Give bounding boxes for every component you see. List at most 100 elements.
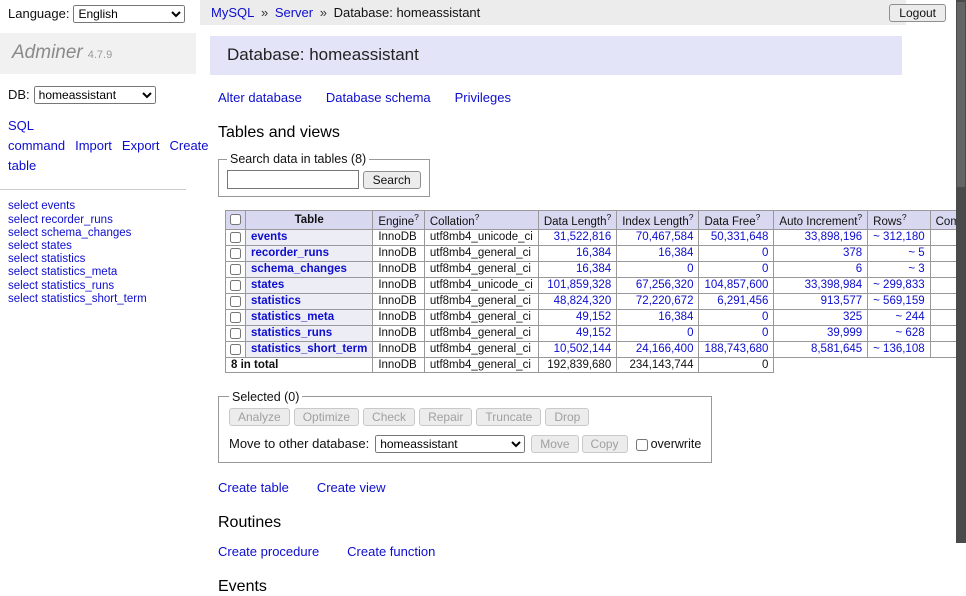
search-button[interactable]: Search bbox=[363, 171, 421, 189]
optimize-button[interactable]: Optimize bbox=[294, 408, 359, 426]
sidebar-action-import[interactable]: Import bbox=[75, 138, 112, 153]
data-free-link[interactable]: 0 bbox=[762, 247, 768, 259]
auto-increment-link[interactable]: 6 bbox=[856, 263, 862, 275]
breadcrumb-item-mysql[interactable]: MySQL bbox=[211, 5, 254, 20]
select-all-checkbox[interactable] bbox=[230, 214, 241, 225]
data-free-link[interactable]: 0 bbox=[762, 327, 768, 339]
table-link-statistics[interactable]: statistics bbox=[251, 295, 301, 307]
data-length-link[interactable]: 31,522,816 bbox=[554, 231, 612, 243]
row-checkbox[interactable] bbox=[230, 232, 241, 243]
sidebar-action-sql-command[interactable]: SQL command bbox=[8, 118, 65, 153]
rows-link[interactable]: ~ 569,159 bbox=[873, 295, 924, 307]
help-marker[interactable]: ? bbox=[857, 212, 862, 222]
copy-button[interactable]: Copy bbox=[582, 435, 628, 453]
analyze-button[interactable]: Analyze bbox=[229, 408, 290, 426]
help-marker[interactable]: ? bbox=[414, 212, 419, 222]
logout-button[interactable]: Logout bbox=[889, 4, 946, 22]
row-checkbox[interactable] bbox=[230, 248, 241, 259]
sidebar-item-recorder-runs[interactable]: select recorder_runs bbox=[8, 214, 188, 226]
sidebar-item-statistics[interactable]: select statistics bbox=[8, 253, 188, 265]
data-length-link[interactable]: 16,384 bbox=[576, 263, 611, 275]
sidebar-item-schema-changes[interactable]: select schema_changes bbox=[8, 227, 188, 239]
language-select[interactable]: English bbox=[73, 5, 185, 23]
sidebar-action-export[interactable]: Export bbox=[122, 138, 160, 153]
index-length-link[interactable]: 16,384 bbox=[658, 247, 693, 259]
index-length-link[interactable]: 16,384 bbox=[658, 311, 693, 323]
index-length-link[interactable]: 67,256,320 bbox=[636, 279, 694, 291]
help-marker[interactable]: ? bbox=[475, 212, 480, 222]
data-free-link[interactable]: 50,331,648 bbox=[711, 231, 769, 243]
help-marker[interactable]: ? bbox=[689, 212, 694, 222]
index-length-link[interactable]: 24,166,400 bbox=[636, 343, 694, 355]
index-length-link[interactable]: 0 bbox=[687, 263, 693, 275]
auto-increment-link[interactable]: 33,398,984 bbox=[805, 279, 863, 291]
row-checkbox[interactable] bbox=[230, 296, 241, 307]
index-length-link[interactable]: 0 bbox=[687, 327, 693, 339]
table-link-events[interactable]: events bbox=[251, 231, 287, 243]
sidebar-item-statistics-meta[interactable]: select statistics_meta bbox=[8, 266, 188, 278]
drop-button[interactable]: Drop bbox=[545, 408, 589, 426]
db-nav-database-schema[interactable]: Database schema bbox=[326, 90, 431, 105]
data-free-link[interactable]: 6,291,456 bbox=[717, 295, 768, 307]
create-view-link[interactable]: Create view bbox=[317, 480, 386, 495]
table-link-statistics-runs[interactable]: statistics_runs bbox=[251, 327, 332, 339]
move-button[interactable]: Move bbox=[531, 435, 578, 453]
data-length-link[interactable]: 49,152 bbox=[576, 311, 611, 323]
table-link-recorder-runs[interactable]: recorder_runs bbox=[251, 247, 329, 259]
help-marker[interactable]: ? bbox=[756, 212, 761, 222]
app-title[interactable]: Adminer bbox=[12, 42, 83, 63]
auto-increment-link[interactable]: 913,577 bbox=[821, 295, 863, 307]
table-link-states[interactable]: states bbox=[251, 279, 284, 291]
repair-button[interactable]: Repair bbox=[419, 408, 472, 426]
auto-increment-link[interactable]: 33,898,196 bbox=[805, 231, 863, 243]
help-marker[interactable]: ? bbox=[606, 212, 611, 222]
create-table-link[interactable]: Create table bbox=[218, 480, 289, 495]
table-link-statistics-short-term[interactable]: statistics_short_term bbox=[251, 343, 367, 355]
index-length-link[interactable]: 70,467,584 bbox=[636, 231, 694, 243]
rows-link[interactable]: ~ 3 bbox=[908, 263, 924, 275]
data-free-link[interactable]: 188,743,680 bbox=[704, 343, 768, 355]
overwrite-checkbox[interactable] bbox=[636, 439, 648, 451]
data-length-link[interactable]: 101,859,328 bbox=[547, 279, 611, 291]
data-free-link[interactable]: 0 bbox=[762, 311, 768, 323]
data-length-link[interactable]: 16,384 bbox=[576, 247, 611, 259]
auto-increment-link[interactable]: 378 bbox=[843, 247, 862, 259]
scrollbar[interactable] bbox=[956, 0, 966, 543]
scrollbar-thumb[interactable] bbox=[957, 2, 965, 187]
data-free-link[interactable]: 0 bbox=[762, 263, 768, 275]
row-checkbox[interactable] bbox=[230, 344, 241, 355]
row-checkbox[interactable] bbox=[230, 312, 241, 323]
row-checkbox[interactable] bbox=[230, 280, 241, 291]
db-nav-privileges[interactable]: Privileges bbox=[455, 90, 511, 105]
data-length-link[interactable]: 48,824,320 bbox=[554, 295, 612, 307]
check-button[interactable]: Check bbox=[363, 408, 415, 426]
help-marker[interactable]: ? bbox=[902, 212, 907, 222]
db-select[interactable]: homeassistant bbox=[34, 86, 156, 104]
rows-link[interactable]: ~ 136,108 bbox=[873, 343, 924, 355]
row-checkbox[interactable] bbox=[230, 264, 241, 275]
data-free-link[interactable]: 104,857,600 bbox=[704, 279, 768, 291]
rows-link[interactable]: ~ 312,180 bbox=[873, 231, 924, 243]
move-db-select[interactable]: homeassistant bbox=[375, 435, 525, 453]
table-link-statistics-meta[interactable]: statistics_meta bbox=[251, 311, 334, 323]
sidebar-item-events[interactable]: select events bbox=[8, 200, 188, 212]
data-length-link[interactable]: 10,502,144 bbox=[554, 343, 612, 355]
create-procedure-link[interactable]: Create procedure bbox=[218, 544, 319, 559]
data-length-link[interactable]: 49,152 bbox=[576, 327, 611, 339]
sidebar-item-states[interactable]: select states bbox=[8, 240, 188, 252]
auto-increment-link[interactable]: 8,581,645 bbox=[811, 343, 862, 355]
rows-link[interactable]: ~ 5 bbox=[908, 247, 924, 259]
truncate-button[interactable]: Truncate bbox=[476, 408, 541, 426]
index-length-link[interactable]: 72,220,672 bbox=[636, 295, 694, 307]
row-checkbox[interactable] bbox=[230, 328, 241, 339]
auto-increment-link[interactable]: 325 bbox=[843, 311, 862, 323]
sidebar-item-statistics-short-term[interactable]: select statistics_short_term bbox=[8, 293, 188, 305]
auto-increment-link[interactable]: 39,999 bbox=[827, 327, 862, 339]
sidebar-item-statistics-runs[interactable]: select statistics_runs bbox=[8, 280, 188, 292]
table-link-schema-changes[interactable]: schema_changes bbox=[251, 263, 347, 275]
breadcrumb-item-server[interactable]: Server bbox=[275, 5, 313, 20]
create-function-link[interactable]: Create function bbox=[347, 544, 435, 559]
db-nav-alter-database[interactable]: Alter database bbox=[218, 90, 302, 105]
rows-link[interactable]: ~ 299,833 bbox=[873, 279, 924, 291]
search-input[interactable] bbox=[227, 170, 359, 189]
